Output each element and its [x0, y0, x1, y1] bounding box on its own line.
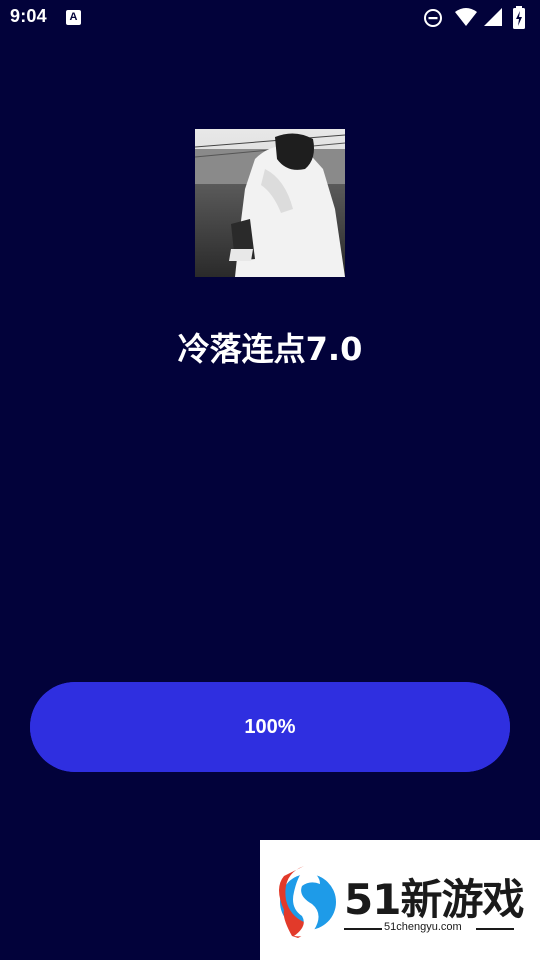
do-not-disturb-icon: [424, 9, 442, 27]
cellular-signal-icon: [484, 8, 502, 26]
battery-charging-icon: [513, 6, 525, 29]
51-logo-icon: [279, 866, 336, 938]
watermark-main-text: 51新游戏: [344, 875, 524, 924]
status-icons: [422, 6, 532, 30]
splash-screen: 9:04 A 冷落连点7.0 100% 51新游戏 51chengyu.com: [0, 0, 540, 960]
wifi-icon: [455, 8, 477, 26]
watermark-divider-right: [476, 928, 514, 930]
app-title: 冷落连点7.0: [177, 330, 363, 368]
progress-button[interactable]: 100%: [30, 682, 510, 772]
app-icon-image: [195, 129, 345, 277]
watermark-sub-text: 51chengyu.com: [384, 921, 462, 933]
watermark-divider-left: [344, 928, 382, 930]
progress-label: 100%: [244, 716, 296, 738]
watermark: 51新游戏 51chengyu.com: [260, 840, 540, 960]
a-icon: A: [66, 10, 81, 25]
status-bar: 9:04 A: [0, 0, 540, 36]
status-time: 9:04: [10, 6, 47, 26]
